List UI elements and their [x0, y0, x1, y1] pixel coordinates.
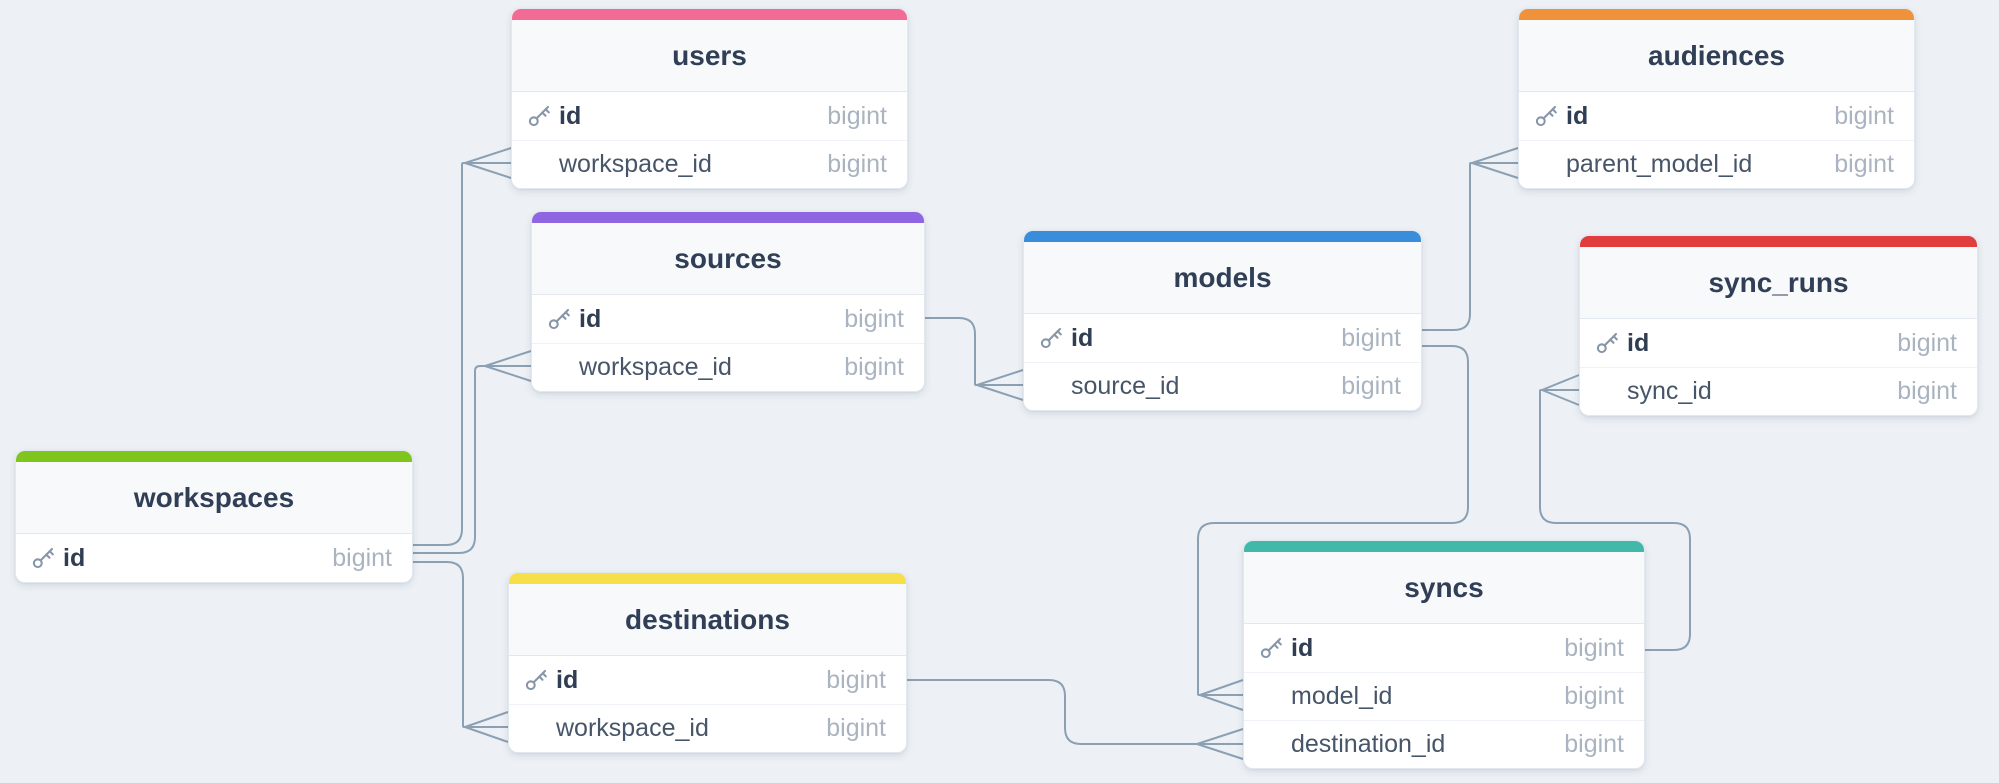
- field-type: bigint: [827, 102, 887, 131]
- field-row-parent_model_id: parent_model_id bigint: [1519, 140, 1914, 188]
- primary-key-icon: [523, 667, 549, 693]
- field-name: id: [63, 544, 85, 573]
- field-row-id: id bigint: [509, 656, 906, 704]
- table-title: users: [512, 20, 907, 92]
- field-row-workspace_id: workspace_id bigint: [532, 343, 924, 391]
- table-sync_runs[interactable]: sync_runsid bigint sync_id bigint: [1579, 235, 1978, 416]
- field-type: bigint: [844, 353, 904, 382]
- field-row-workspace_id: workspace_id bigint: [512, 140, 907, 188]
- primary-key-icon: [1594, 330, 1620, 356]
- primary-key-icon: [526, 103, 552, 129]
- field-row-model_id: model_id bigint: [1244, 672, 1644, 720]
- field-type: bigint: [1834, 150, 1894, 179]
- field-type: bigint: [1341, 372, 1401, 401]
- table-title: workspaces: [16, 462, 412, 534]
- field-name: workspace_id: [559, 150, 712, 179]
- field-name: id: [556, 666, 578, 695]
- table-title: sources: [532, 223, 924, 295]
- primary-key-icon: [1038, 325, 1064, 351]
- field-row-id: id bigint: [1024, 314, 1421, 362]
- table-accent-bar: [1519, 9, 1914, 20]
- field-name: id: [1071, 324, 1093, 353]
- table-accent-bar: [1024, 231, 1421, 242]
- field-name: id: [559, 102, 581, 131]
- erd-tables-layer: usersidbigintworkspace_idbigintaudiences…: [0, 0, 1999, 783]
- primary-key-icon: [1533, 103, 1559, 129]
- field-row-id: id bigint: [532, 295, 924, 343]
- field-type: bigint: [1564, 730, 1624, 759]
- field-row-id: id bigint: [1244, 624, 1644, 672]
- field-name: id: [579, 305, 601, 334]
- table-accent-bar: [509, 573, 906, 584]
- table-title: audiences: [1519, 20, 1914, 92]
- field-name: id: [1566, 102, 1588, 131]
- table-sources[interactable]: sources id bigint workspace_id bigint: [531, 211, 925, 392]
- field-type: bigint: [827, 150, 887, 179]
- table-workspaces[interactable]: workspaces id bigint: [15, 450, 413, 583]
- field-row-sync_id: sync_id bigint: [1580, 367, 1977, 415]
- field-name: workspace_id: [556, 714, 709, 743]
- field-name: parent_model_id: [1566, 150, 1752, 179]
- primary-key-icon: [30, 545, 56, 571]
- table-accent-bar: [532, 212, 924, 223]
- table-audiences[interactable]: audiences id bigint parent_model_id bigint: [1518, 8, 1915, 189]
- table-destinations[interactable]: destinations id bigint workspace_id bigint: [508, 572, 907, 753]
- field-type: bigint: [1564, 682, 1624, 711]
- table-accent-bar: [16, 451, 412, 462]
- field-name: sync_id: [1627, 377, 1712, 406]
- primary-key-icon: [546, 306, 572, 332]
- field-type: bigint: [826, 714, 886, 743]
- table-models[interactable]: models id bigint source_id bigint: [1023, 230, 1422, 411]
- field-type: bigint: [826, 666, 886, 695]
- field-type: bigint: [1341, 324, 1401, 353]
- field-row-id: id bigint: [16, 534, 412, 582]
- table-title: models: [1024, 242, 1421, 314]
- field-row-destination_id: destination_id bigint: [1244, 720, 1644, 768]
- field-type: bigint: [844, 305, 904, 334]
- field-name: source_id: [1071, 372, 1179, 401]
- table-title: syncs: [1244, 552, 1644, 624]
- primary-key-icon: [1258, 635, 1284, 661]
- field-type: bigint: [1897, 329, 1957, 358]
- field-row-workspace_id: workspace_id bigint: [509, 704, 906, 752]
- field-name: id: [1291, 634, 1313, 663]
- table-syncs[interactable]: syncsidbigintmodel_idbigintdestination_i…: [1243, 540, 1645, 769]
- field-name: destination_id: [1291, 730, 1445, 759]
- table-title: destinations: [509, 584, 906, 656]
- field-type: bigint: [1834, 102, 1894, 131]
- field-name: model_id: [1291, 682, 1392, 711]
- field-row-id: id bigint: [1580, 319, 1977, 367]
- field-name: workspace_id: [579, 353, 732, 382]
- field-row-id: id bigint: [1519, 92, 1914, 140]
- field-row-source_id: source_id bigint: [1024, 362, 1421, 410]
- table-accent-bar: [1580, 236, 1977, 247]
- field-type: bigint: [1564, 634, 1624, 663]
- table-accent-bar: [512, 9, 907, 20]
- table-title: sync_runs: [1580, 247, 1977, 319]
- field-row-id: id bigint: [512, 92, 907, 140]
- table-users[interactable]: users id bigint workspace_id bigint: [511, 8, 908, 189]
- table-accent-bar: [1244, 541, 1644, 552]
- erd-canvas[interactable]: usersidbigintworkspace_idbigintaudiences…: [0, 0, 1999, 783]
- field-name: id: [1627, 329, 1649, 358]
- field-type: bigint: [332, 544, 392, 573]
- field-type: bigint: [1897, 377, 1957, 406]
